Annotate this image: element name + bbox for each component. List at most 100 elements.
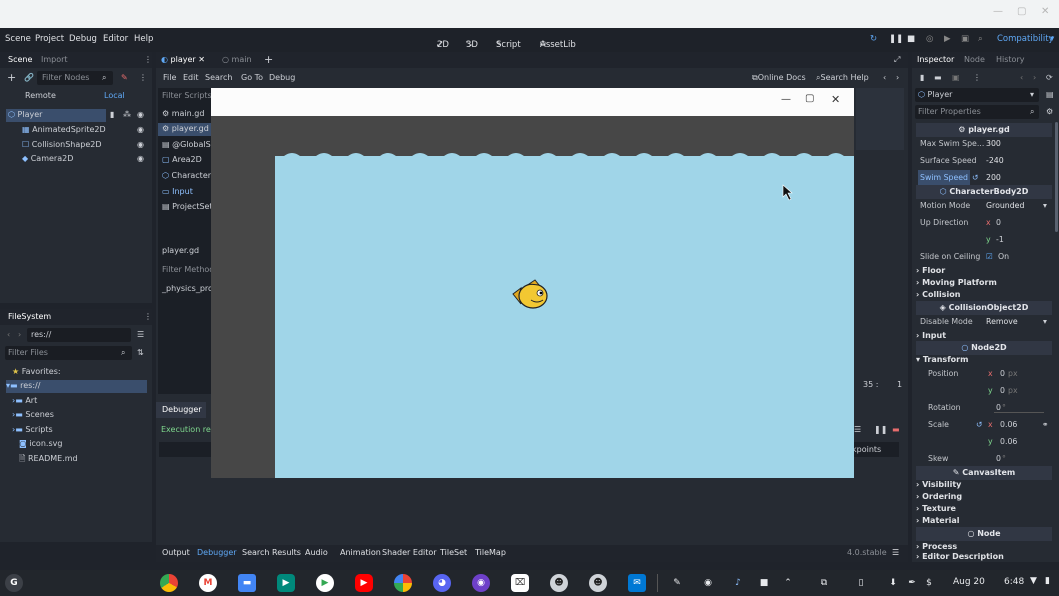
section-transform[interactable]: ▾ Transform xyxy=(916,353,1052,367)
tab-node[interactable]: Node xyxy=(964,53,985,67)
mic-icon[interactable]: ♪ xyxy=(729,574,747,592)
renderer-selector[interactable]: Compatibility xyxy=(997,34,1054,44)
settings-icon[interactable]: ⚙ xyxy=(1046,105,1053,119)
menu-scene[interactable]: Scene xyxy=(5,34,31,44)
section-material[interactable]: › Material xyxy=(916,514,1052,528)
gmail-icon[interactable]: M xyxy=(199,574,217,592)
prev-icon[interactable]: ‹ xyxy=(883,71,886,85)
close-icon[interactable]: ✕ xyxy=(198,55,205,64)
tab-shader-editor[interactable]: Shader Editor xyxy=(382,548,437,557)
close-icon[interactable]: ✕ xyxy=(1041,6,1049,17)
prop-rotation[interactable]: Rotation 0 ° xyxy=(916,400,1052,416)
menu-help[interactable]: Help xyxy=(134,34,153,44)
save-icon[interactable]: ▣ xyxy=(952,71,960,85)
youtube-icon[interactable]: ▶ xyxy=(355,574,373,592)
art-folder[interactable]: ›▬ Art xyxy=(12,394,37,408)
eye-icon[interactable]: ◉ xyxy=(137,140,144,149)
sort-icon[interactable]: ⇅ xyxy=(137,346,144,360)
pen-icon[interactable]: ✎ xyxy=(668,574,686,592)
prop-up-direction[interactable]: Up Direction x 0 xyxy=(916,215,1052,231)
reset-icon[interactable]: ↺ xyxy=(972,170,979,186)
prop-position-y[interactable]: y 0 px xyxy=(916,383,1052,399)
res-folder[interactable]: ▾▬ res:// xyxy=(6,379,40,393)
tab-tileset[interactable]: TileSet xyxy=(440,548,467,557)
prop-motion-mode[interactable]: Motion Mode Grounded ▾ xyxy=(916,198,1052,214)
tab-inspector[interactable]: Inspector xyxy=(917,53,954,67)
docs-icon[interactable]: ▤ xyxy=(1046,88,1054,102)
link-icon[interactable]: ⚭ xyxy=(1042,417,1049,433)
doc-item[interactable]: ▤ ProjectSet xyxy=(162,200,213,214)
kebab-icon[interactable]: ⋮ xyxy=(144,53,152,67)
scrollbar[interactable] xyxy=(1055,122,1058,232)
eye-icon[interactable]: ◉ xyxy=(137,110,144,119)
tab-tilemap[interactable]: TileMap xyxy=(475,548,506,557)
next-icon[interactable]: › xyxy=(896,71,899,85)
favorites-item[interactable]: ★ Favorites: xyxy=(12,365,61,379)
eye-icon[interactable]: ◉ xyxy=(137,125,144,134)
photos-icon[interactable] xyxy=(394,574,412,592)
tab-player[interactable]: ◐ player ✕ xyxy=(161,53,205,67)
path-input[interactable]: res:// xyxy=(27,328,131,342)
characterbody-section-header[interactable]: ⬡ CharacterBody2D xyxy=(916,185,1052,199)
prop-scale[interactable]: Scale ↺ x 0.06 ⚭ xyxy=(916,417,1052,433)
wifi-icon[interactable]: ▼ xyxy=(1030,576,1037,586)
tab-search-results[interactable]: Search Results xyxy=(242,548,301,557)
filter-nodes-input[interactable]: Filter Nodes ⌕ xyxy=(37,71,113,85)
money-icon[interactable]: $ xyxy=(920,574,938,592)
menu-search[interactable]: Search xyxy=(205,71,232,85)
pause-icon[interactable]: ❚❚ xyxy=(874,423,887,437)
stop-icon[interactable]: ■ xyxy=(907,34,915,44)
script-icon[interactable]: ▮ xyxy=(110,108,114,122)
kebab-icon[interactable]: ⋮ xyxy=(973,71,981,85)
outlook-icon[interactable]: ✉ xyxy=(628,574,646,592)
game-window-titlebar[interactable]: — ▢ ✕ xyxy=(211,88,854,116)
new-resource-icon[interactable]: ▮ xyxy=(920,71,924,85)
filter-properties-input[interactable]: Filter Properties ⌕ xyxy=(915,105,1039,119)
history-icon[interactable]: ⟳ xyxy=(1046,71,1053,85)
app-icon[interactable]: ⌧ xyxy=(511,574,529,592)
menu-goto[interactable]: Go To xyxy=(241,71,263,85)
add-tab-icon[interactable]: + xyxy=(264,53,273,67)
reset-icon[interactable]: ↺ xyxy=(976,417,983,433)
back-icon[interactable]: ‹ xyxy=(1020,71,1023,85)
tab-audio[interactable]: Audio xyxy=(305,548,328,557)
filter-files-input[interactable]: Filter Files ⌕ xyxy=(5,346,132,360)
script-item[interactable]: ⚙ main.gd xyxy=(162,107,204,121)
eye-icon[interactable]: ◉ xyxy=(137,154,144,163)
minimize-icon[interactable]: — xyxy=(781,94,791,105)
script-item[interactable]: ⚙ player.gd xyxy=(162,122,209,136)
doc-item[interactable]: ⬡ CharacterB xyxy=(162,169,217,183)
download-icon[interactable]: ⬇ xyxy=(884,574,902,592)
camera-icon[interactable]: ■ xyxy=(755,574,773,592)
node-section-header[interactable]: ○ Node xyxy=(916,527,1052,541)
prop-max-swim[interactable]: Max Swim Spe... 300 xyxy=(916,136,1052,152)
checkbox-icon[interactable]: ☑ xyxy=(986,249,993,265)
prop-scale-y[interactable]: y 0.06 xyxy=(916,434,1052,450)
kebab-icon[interactable]: ⋮ xyxy=(144,310,152,324)
camera-node[interactable]: ◆ Camera2D xyxy=(22,152,73,166)
tab-main[interactable]: ○ main xyxy=(222,53,252,67)
play-scene-icon[interactable]: ▶ xyxy=(944,34,951,44)
online-docs-button[interactable]: ⧉Online Docs xyxy=(752,71,806,85)
forward-icon[interactable]: › xyxy=(1033,71,1036,85)
play-store-icon[interactable]: ▶ xyxy=(316,574,334,592)
godot-icon[interactable]: ☻ xyxy=(550,574,568,592)
files-icon[interactable]: ▬ xyxy=(238,574,256,592)
pen-tool-icon[interactable]: ✒ xyxy=(903,574,921,592)
prop-disable-mode[interactable]: Disable Mode Remove ▾ xyxy=(916,314,1052,330)
zoom-icon[interactable]: ⌕ xyxy=(978,34,983,44)
forward-icon[interactable]: › xyxy=(18,328,21,342)
chevron-up-icon[interactable]: ⌃ xyxy=(779,574,797,592)
time-label[interactable]: 6:48 xyxy=(1004,577,1024,587)
icon-file[interactable]: ◙ icon.svg xyxy=(19,437,62,451)
doc-item[interactable]: ▭ Input xyxy=(162,185,193,199)
date-label[interactable]: Aug 20 xyxy=(953,577,985,587)
distraction-free-icon[interactable]: ⤢ xyxy=(894,53,900,67)
meet-icon[interactable]: ▶ xyxy=(277,574,295,592)
menu-file[interactable]: File xyxy=(163,71,176,85)
doc-item[interactable]: ▢ Area2D xyxy=(162,153,202,167)
prop-slide-ceiling[interactable]: Slide on Ceiling ☑ On xyxy=(916,249,1052,265)
record-icon[interactable]: ◉ xyxy=(699,574,717,592)
remote-button[interactable]: Remote xyxy=(25,89,56,103)
maximize-icon[interactable]: ▢ xyxy=(805,93,814,104)
